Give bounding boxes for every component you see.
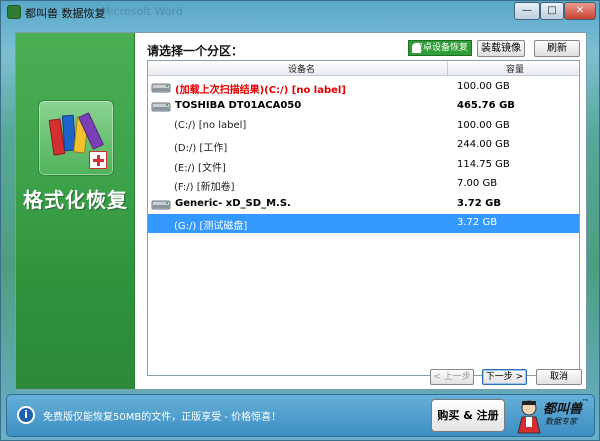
table-row[interactable]: (加载上次扫描结果)(C:/) [no label] 100.00 GB	[148, 78, 579, 97]
device-name: (加载上次扫描结果)(C:/) [no label]	[175, 85, 346, 96]
page-heading: 请选择一个分区：	[147, 44, 244, 58]
brand-logo: 都叫兽™ 数据专家	[543, 398, 590, 426]
partition-name: (E:/) [文件]	[174, 163, 226, 174]
books-rescue-icon	[38, 100, 114, 176]
hard-disk-icon	[151, 102, 171, 112]
next-button[interactable]: 下一步 >	[482, 369, 527, 385]
app-window: 都叫兽 数据恢复 Microsoft Word — □ ✕ 格式化恢复 请选择一…	[0, 0, 600, 441]
table-row-selected[interactable]: (G:/) [测试磁盘] 3.72 GB	[148, 214, 579, 233]
info-icon: i	[17, 406, 35, 424]
trademark-mark: ™	[582, 398, 590, 406]
table-row[interactable]: (F:/) [新加卷] 7.00 GB	[148, 175, 579, 194]
partition-capacity: 3.72 GB	[457, 217, 498, 228]
table-row[interactable]: TOSHIBA DT01ACA050 465.76 GB	[148, 97, 579, 116]
load-image-button[interactable]: 装载镜像	[477, 40, 525, 57]
partition-name: (D:/) [工作]	[174, 143, 228, 154]
table-row[interactable]: (C:/) [no label] 100.00 GB	[148, 117, 579, 136]
footer-bar: i 免费版仅能恢复50MB的文件，正版享受 - 价格惊喜！ 购买 & 注册 都叫…	[6, 394, 595, 437]
footer-message: 免费版仅能恢复50MB的文件，正版享受 - 价格惊喜！	[43, 412, 282, 423]
android-recovery-button[interactable]: 安卓设备恢复	[408, 40, 472, 56]
table-row[interactable]: Generic- xD_SD_M.S. 3.72 GB	[148, 195, 579, 214]
previous-button[interactable]: < 上一步	[430, 369, 474, 385]
device-name: TOSHIBA DT01ACA050	[175, 100, 302, 111]
device-capacity: 3.72 GB	[457, 198, 501, 209]
column-header-capacity[interactable]: 容量	[506, 62, 524, 75]
android-recovery-label: 安卓设备恢复	[413, 43, 468, 53]
app-logo-icon	[7, 5, 21, 19]
partition-list[interactable]: 设备名 容量 (加载上次扫描结果)(C:/) [no label] 100.00…	[147, 60, 580, 376]
device-capacity: 465.76 GB	[457, 100, 515, 111]
device-name: Generic- xD_SD_M.S.	[175, 198, 291, 209]
table-row[interactable]: (E:/) [文件] 114.75 GB	[148, 156, 579, 175]
hard-disk-icon	[151, 83, 171, 93]
window-title: 都叫兽 数据恢复	[25, 7, 106, 20]
buy-register-button[interactable]: 购买 & 注册	[431, 399, 505, 432]
cancel-button[interactable]: 取消	[536, 369, 582, 385]
partition-capacity: 7.00 GB	[457, 178, 498, 189]
title-bar: 都叫兽 数据恢复 Microsoft Word — □ ✕	[1, 1, 599, 25]
mode-title: 格式化恢复	[23, 188, 128, 212]
android-icon	[412, 43, 421, 53]
sidebar: 格式化恢复	[16, 33, 135, 389]
refresh-button[interactable]: 刷新	[534, 40, 580, 57]
partition-name: (C:/) [no label]	[174, 120, 247, 131]
maximize-button[interactable]: □	[540, 2, 564, 20]
close-button[interactable]: ✕	[564, 2, 596, 20]
partition-name: (F:/) [新加卷]	[174, 182, 235, 193]
background-window-title: Microsoft Word	[101, 5, 183, 18]
column-header-device[interactable]: 设备名	[288, 62, 315, 75]
minimize-button[interactable]: —	[514, 2, 540, 20]
brand-name: 都叫兽	[543, 402, 583, 417]
partition-capacity: 100.00 GB	[457, 120, 510, 131]
partition-name: (G:/) [测试磁盘]	[174, 221, 248, 232]
content-frame: 格式化恢复 请选择一个分区： 安卓设备恢复 装载镜像 刷新 设备名 容量 (加载…	[15, 32, 587, 390]
hard-disk-icon	[151, 200, 171, 210]
device-capacity: 100.00 GB	[457, 81, 510, 92]
table-row[interactable]: (D:/) [工作] 244.00 GB	[148, 136, 579, 155]
partition-capacity: 114.75 GB	[457, 159, 510, 170]
partition-capacity: 244.00 GB	[457, 139, 510, 150]
brand-tagline: 数据专家	[545, 417, 577, 426]
list-header: 设备名 容量	[148, 61, 579, 76]
